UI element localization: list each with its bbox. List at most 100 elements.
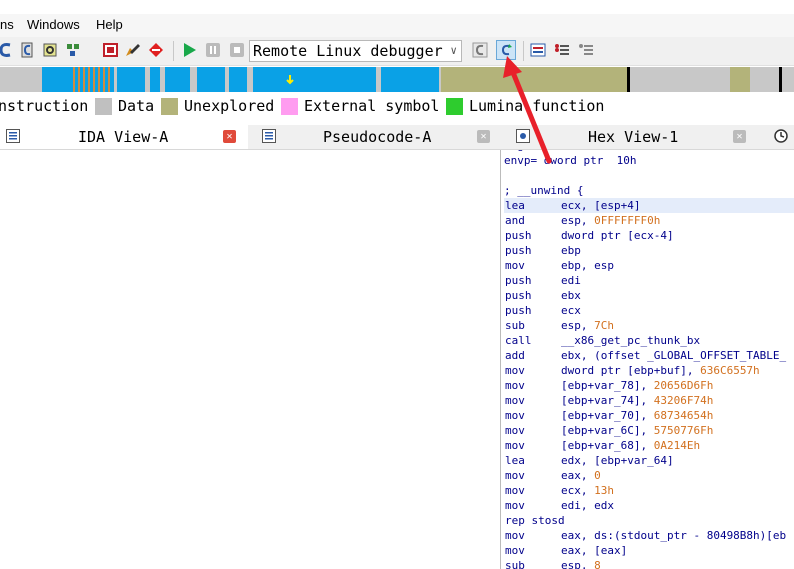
asm-mnemonic: push [505,274,532,287]
asm-line[interactable]: mov [ebp+var_6C], 5750776Fh [504,423,794,438]
tab-ida-view-label: IDA View-A [78,128,169,146]
asm-line[interactable]: mov dword ptr [ebp+buf], 636C6557h [504,363,794,378]
asm-line[interactable]: mov edi, edx [504,498,794,513]
q-icon[interactable] [42,42,58,58]
hex-view-icon [516,129,530,143]
asm-operands: ecx [561,304,581,317]
toolbar: Remote Linux debugger ∨ [0,37,794,66]
legend-data-swatch [95,98,112,115]
asm-line[interactable]: mov [ebp+var_74], 43206F74h [504,393,794,408]
list-icon[interactable] [530,42,546,58]
asm-mnemonic: mov [505,529,525,542]
tab-ida-view[interactable]: IDA View-A ✕ [0,125,248,149]
play-icon[interactable] [181,42,197,58]
debugger-select-value: Remote Linux debugger [253,42,443,60]
asm-operands: [ebp+var_78], 20656D6Fh [561,379,714,392]
asm-mnemonic: mov [505,394,525,407]
c-decompile-icon[interactable] [0,42,14,58]
asm-line[interactable]: mov [ebp+var_68], 0A214Eh [504,438,794,453]
pane-divider[interactable] [500,150,501,569]
asm-line[interactable]: call __x86_get_pc_thunk_bx [504,333,794,348]
asm-line[interactable]: mov eax, ds:(stdout_ptr - 80498B8h)[eb [504,528,794,543]
asm-line[interactable]: mov ecx, 13h [504,483,794,498]
asm-line[interactable]: add ebx, (offset _GLOBAL_OFFSET_TABLE_ [504,348,794,363]
asm-unwind-comment: ; __unwind { [504,184,584,197]
asm-mnemonic: mov [505,379,525,392]
asm-line[interactable]: push dword ptr [ecx-4] [504,228,794,243]
asm-mnemonic: sub [505,319,525,332]
asm-line[interactable]: mov [ebp+var_70], 68734654h [504,408,794,423]
legend-external-swatch [281,98,298,115]
asm-operands: edi, edx [561,499,614,512]
asm-line[interactable]: sub esp, 8 [504,558,794,569]
tab-next[interactable] [766,125,794,149]
asm-line[interactable]: push ebp [504,243,794,258]
asm-mnemonic: push [505,289,532,302]
asm-mnemonic: push [505,229,532,242]
list-gray-icon[interactable] [578,42,594,58]
asm-operands: eax, ds:(stdout_ptr - 80498B8h)[eb [561,529,787,542]
tab-pseudocode[interactable]: Pseudocode-A ✕ [254,125,498,149]
asm-mnemonic: mov [505,484,525,497]
ida-view-icon [6,129,20,143]
pseudocode-icon [262,129,276,143]
asm-mnemonic: mov [505,259,525,272]
color-legend: nstruction Data Unexplored External symb… [0,96,794,118]
asm-mnemonic: rep stosd [505,514,565,527]
asm-line[interactable]: mov eax, 0 [504,468,794,483]
asm-line[interactable]: lea edx, [ebp+var_64] [504,453,794,468]
asm-mnemonic: lea [505,454,525,467]
stop-icon[interactable] [229,42,245,58]
c-listing-icon[interactable] [20,42,36,58]
close-icon[interactable]: ✕ [223,130,236,143]
asm-line[interactable]: sub esp, 7Ch [504,318,794,333]
asm-line[interactable]: push edi [504,273,794,288]
stop-sign-icon[interactable] [148,42,164,58]
asm-line[interactable]: push ecx [504,303,794,318]
menu-help[interactable]: Help [96,17,123,32]
c-refresh-icon[interactable] [496,40,516,60]
debugger-select[interactable]: Remote Linux debugger ∨ [249,40,462,62]
asm-operands: [ebp+var_74], 43206F74h [561,394,714,407]
asm-operands: esp, 7Ch [561,319,614,332]
asm-operands: [ebp+var_70], 68734654h [561,409,714,422]
breakpoint-icon[interactable] [103,42,119,58]
legend-unexplored-label: Unexplored [184,97,275,115]
asm-mnemonic: mov [505,499,525,512]
asm-mnemonic: and [505,214,525,227]
legend-data-label: Data [118,97,155,115]
asm-operands: dword ptr [ecx-4] [561,229,674,242]
graph-dropdown-icon[interactable] [66,42,82,58]
tab-hex-view[interactable]: Hex View-1 ✕ [510,125,756,149]
asm-mnemonic: mov [505,409,525,422]
asm-line[interactable]: mov [ebp+var_78], 20656D6Fh [504,378,794,393]
asm-line[interactable]: mov eax, [eax] [504,543,794,558]
close-icon[interactable]: ✕ [477,130,490,143]
list-bullets-icon[interactable] [554,42,570,58]
c-view-icon[interactable] [472,42,488,58]
ida-view-pane[interactable] [0,150,500,569]
asm-operands: esp, 0FFFFFFF0h [561,214,661,227]
close-icon[interactable]: ✕ [733,130,746,143]
pause-icon[interactable] [205,42,221,58]
legend-instruction-label: nstruction [0,97,89,115]
menu-options[interactable]: ns [0,17,14,32]
asm-operands: ebx, (offset _GLOBAL_OFFSET_TABLE_ [561,349,787,362]
edit-icon[interactable] [124,42,140,58]
asm-header-line: envp= dword ptr 10h [504,154,637,167]
asm-operands: [ebp+var_68], 0A214Eh [561,439,701,452]
navigation-band[interactable] [0,67,794,92]
asm-line[interactable]: lea ecx, [esp+4] [504,198,794,213]
menu-windows[interactable]: Windows [27,17,80,32]
asm-line[interactable]: push ebx [504,288,794,303]
asm-line[interactable]: rep stosd [504,513,794,528]
asm-line[interactable]: and esp, 0FFFFFFF0h [504,213,794,228]
asm-operands: [ebp+var_6C], 5750776Fh [561,424,714,437]
asm-mnemonic: mov [505,439,525,452]
asm-line[interactable]: mov ebp, esp [504,258,794,273]
asm-operands: edi [561,274,581,287]
asm-mnemonic: mov [505,424,525,437]
tab-pseudocode-label: Pseudocode-A [323,128,432,146]
asm-mnemonic: sub [505,559,525,569]
disassembly-listing[interactable]: g envp= dword ptr 10h ; __unwind { leaec… [504,150,794,569]
